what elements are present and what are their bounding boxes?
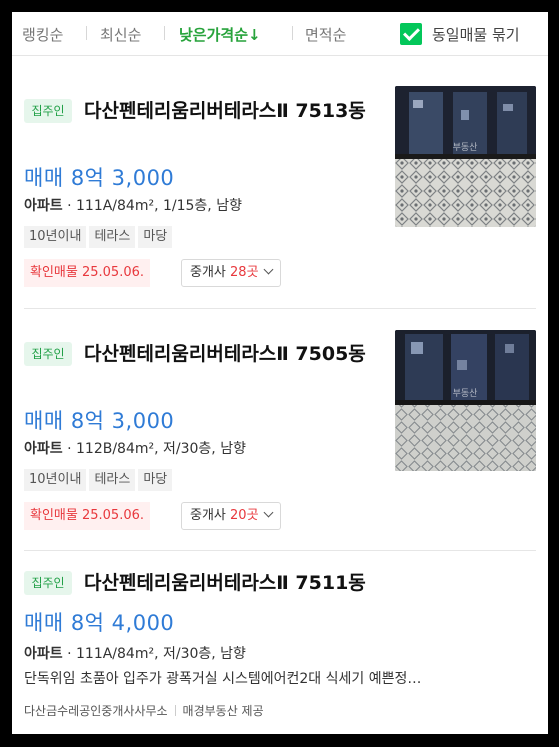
- listing-price: 매매 8억 3,000: [24, 409, 175, 433]
- confirmed-listing-badge: 확인매물 25.05.06.: [24, 502, 150, 530]
- agents-dropdown[interactable]: 중개사 20곳: [181, 502, 281, 530]
- listing-item[interactable]: 집주인 다산펜테리움리버테라스Ⅱ 7511동 매매 8억 4,000 아파트 ·…: [12, 551, 548, 734]
- agents-dropdown[interactable]: 중개사 28곳: [181, 259, 281, 287]
- listing-spec: 아파트 · 112B/84m², 저/30층, 남향: [24, 441, 246, 457]
- sort-latest[interactable]: 최신순: [100, 24, 141, 45]
- listing-price: 매매 8억 4,000: [24, 611, 175, 635]
- listing-description: 단독위임 초품아 입주가 광폭거실 시스템에어컨2대 식세기 예쁜정…: [24, 671, 422, 687]
- listing-spec: 아파트 · 111A/84m², 1/15층, 남향: [24, 198, 242, 214]
- sort-area[interactable]: 면적순: [305, 24, 346, 45]
- chevron-down-icon: [263, 507, 273, 518]
- tag: 테라스: [89, 469, 136, 491]
- property-type: 아파트: [24, 646, 63, 662]
- agents-count: 20곳: [230, 508, 259, 523]
- sort-divider: [292, 26, 293, 40]
- property-type: 아파트: [24, 198, 63, 214]
- sort-low-price[interactable]: 낮은가격순↓: [179, 24, 261, 45]
- listing-panel: 랭킹순 최신순 낮은가격순↓ 면적순 동일매물 묶기 집주인 다산펜테리움리버테…: [12, 12, 548, 734]
- chevron-down-icon: [263, 264, 273, 275]
- listing-title-text: 다산펜테리움리버테라스Ⅱ 7505동: [84, 343, 366, 365]
- listing-title-text: 다산펜테리움리버테라스Ⅱ 7511동: [84, 572, 366, 594]
- source-agent[interactable]: 다산금수레공인중개사사무소: [24, 704, 168, 718]
- listing-item[interactable]: 집주인 다산펜테리움리버테라스Ⅱ 7505동 매매 8억 3,000 아파트 ·…: [12, 309, 548, 551]
- listing-spec: 아파트 · 111A/84m², 저/30층, 남향: [24, 646, 246, 662]
- tag: 마당: [138, 226, 173, 248]
- listing-price: 매매 8억 3,000: [24, 166, 175, 190]
- source-provider: 매경부동산 제공: [182, 704, 264, 718]
- sort-divider: [164, 26, 165, 40]
- listing-photo[interactable]: 부동산: [395, 86, 536, 227]
- tag: 10년이내: [24, 469, 87, 491]
- group-same-listings-label: 동일매물 묶기: [432, 26, 520, 44]
- property-type: 아파트: [24, 441, 63, 457]
- agents-label: 중개사: [190, 265, 226, 280]
- tag-list: 10년이내 테라스 마당: [24, 469, 175, 493]
- listing-title[interactable]: 다산펜테리움리버테라스Ⅱ 7511동: [24, 570, 524, 597]
- tag: 테라스: [89, 226, 136, 248]
- listing-title-text: 다산펜테리움리버테라스Ⅱ 7513동: [84, 100, 366, 122]
- listing-source: 다산금수레공인중개사사무소 매경부동산 제공: [24, 702, 264, 719]
- listing-title[interactable]: 다산펜테리움리버테라스Ⅱ 7513동: [24, 98, 374, 125]
- checkbox-checked-icon[interactable]: [400, 23, 422, 45]
- listing-item[interactable]: 집주인 다산펜테리움리버테라스Ⅱ 7513동 매매 8억 3,000 아파트 ·…: [12, 56, 548, 309]
- photo-watermark: 부동산: [453, 388, 478, 399]
- sort-ranking[interactable]: 랭킹순: [22, 24, 63, 45]
- property-detail: 111A/84m², 1/15층, 남향: [76, 198, 242, 214]
- source-divider: [174, 705, 176, 716]
- property-detail: 112B/84m², 저/30층, 남향: [76, 441, 246, 457]
- sort-divider: [86, 26, 87, 40]
- sort-bar: 랭킹순 최신순 낮은가격순↓ 면적순 동일매물 묶기: [12, 12, 548, 56]
- tag-list: 10년이내 테라스 마당: [24, 226, 175, 250]
- photo-watermark: 부동산: [453, 142, 478, 153]
- confirmed-listing-badge: 확인매물 25.05.06.: [24, 259, 150, 287]
- listing-photo[interactable]: 부동산: [395, 330, 536, 471]
- tag: 마당: [138, 469, 173, 491]
- tag: 10년이내: [24, 226, 87, 248]
- agents-label: 중개사: [190, 508, 226, 523]
- agents-count: 28곳: [230, 265, 259, 280]
- property-detail: 111A/84m², 저/30층, 남향: [76, 646, 246, 662]
- listing-title[interactable]: 다산펜테리움리버테라스Ⅱ 7505동: [24, 341, 374, 368]
